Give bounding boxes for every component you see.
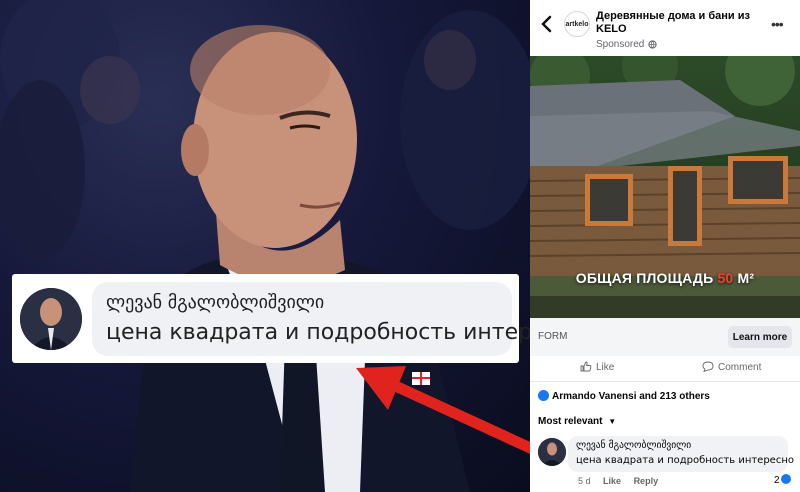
like-button[interactable]: Like — [580, 361, 614, 373]
zoomed-comment-card: ლევან მგალობლიშვილი цена квадрата и подр… — [12, 274, 530, 363]
reaction-count-text: 2 — [774, 475, 780, 486]
comment-bubble: ლევან მგალობლიშვილი цена квадрата и подр… — [92, 282, 530, 356]
comment-reply-button[interactable]: Reply — [634, 476, 659, 486]
portrait-illustration — [0, 0, 530, 492]
comment-item: ლევან მგალობლიშვილი цена квадрата и подр… — [530, 436, 800, 492]
page-name[interactable]: Деревянные дома и бани из KELO — [596, 10, 756, 36]
back-arrow-icon[interactable] — [538, 14, 556, 34]
cta-row: FORM Learn more — [530, 318, 800, 356]
comment-meta: 5 d Like Reply — [578, 476, 668, 486]
caption-unit: М² — [737, 270, 755, 286]
sort-dropdown[interactable]: Most relevant ▼ — [538, 416, 616, 427]
comment-author[interactable]: ლევან მგალობლიშვილი — [576, 440, 691, 451]
facebook-ad-post: artkelo Деревянные дома и бани из KELO S… — [530, 0, 800, 492]
globe-icon — [648, 40, 657, 49]
post-header: artkelo Деревянные дома и бани из KELO S… — [530, 0, 800, 54]
commenter-avatar — [20, 288, 82, 350]
reactions-summary[interactable]: Armando Vanensi and 213 others — [538, 390, 710, 402]
learn-more-button[interactable]: Learn more — [728, 326, 792, 348]
like-reaction-icon — [538, 390, 549, 401]
comment-text: цена квадрата и подробность интересно — [106, 320, 530, 345]
like-label: Like — [596, 362, 615, 373]
brand-logo[interactable]: artkelo — [564, 11, 590, 37]
commenter-name: ლევან მგალობლიშვილი — [106, 292, 325, 313]
sort-label: Most relevant — [538, 416, 603, 427]
comment-bubble-icon — [702, 361, 714, 373]
post-actions: Like Comment — [530, 356, 800, 382]
comment-bubble-small: ლევან მგალობლიშვილი цена квадрата и подр… — [568, 436, 794, 472]
chevron-down-icon: ▼ — [608, 417, 617, 426]
more-options-icon[interactable]: ••• — [771, 16, 784, 32]
thumbs-up-icon — [580, 361, 592, 372]
comment-button[interactable]: Comment — [702, 361, 761, 373]
comment-body: цена квадрата и подробность интересно — [576, 455, 794, 466]
news-photo: ლევან მგალობლიშვილი цена квадрата и подр… — [0, 0, 530, 492]
sponsored-label: Sponsored — [596, 39, 645, 50]
ad-caption: ОБЩАЯ ПЛОЩАДЬ 50 М² — [530, 270, 800, 286]
reactions-text: Armando Vanensi and 213 others — [552, 391, 710, 402]
commenter-avatar-small[interactable] — [538, 438, 566, 466]
comment-reaction-count[interactable]: 2 — [774, 474, 791, 486]
comment-label: Comment — [718, 362, 762, 373]
comment-like-button[interactable]: Like — [603, 476, 621, 486]
caption-value: 50 — [717, 270, 734, 286]
caption-prefix: ОБЩАЯ ПЛОЩАДЬ — [575, 270, 714, 286]
form-label: FORM — [538, 331, 568, 342]
like-reaction-icon-small — [780, 474, 791, 484]
comment-age: 5 d — [578, 476, 591, 486]
